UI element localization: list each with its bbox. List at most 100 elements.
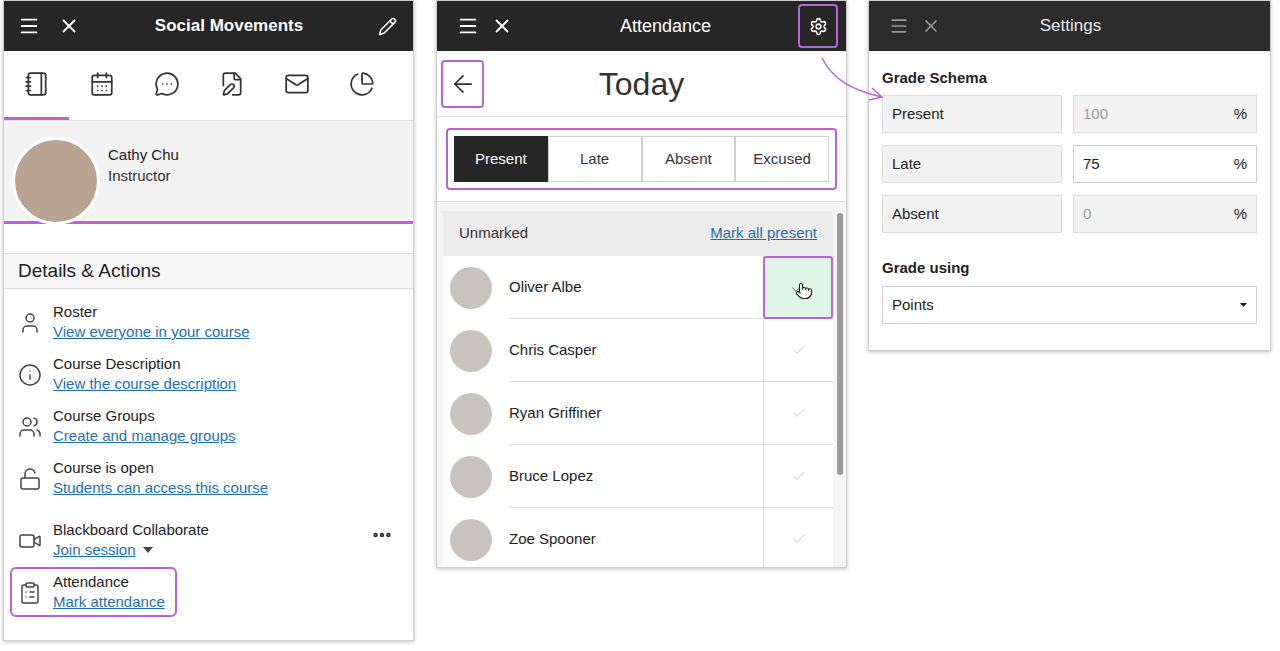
check-icon (791, 342, 807, 358)
header-bar: Attendance (437, 1, 846, 51)
schema-value: 75 (1083, 153, 1234, 176)
settings-panel: SettingsGrade SchemaPresent100%Late75%Ab… (868, 0, 1271, 351)
student-list: UnmarkedMark all present Oliver AlbeChris… (443, 211, 833, 567)
groups-icon (18, 415, 42, 439)
action-label: Roster (53, 302, 393, 322)
attendance-panel: Attendance Today PresentLateAbsentExcused U… (436, 0, 847, 568)
grade-using-value: Points (892, 294, 1240, 317)
header-bar: Settings (869, 1, 1270, 51)
schema-row: Absent0% (882, 195, 1257, 233)
lock-open-icon (18, 467, 42, 491)
status-option[interactable]: Late (548, 136, 642, 182)
check-icon (791, 405, 807, 421)
course-tab[interactable] (4, 51, 69, 120)
messages-icon (284, 71, 310, 97)
course-tab[interactable] (264, 51, 329, 120)
caret-down-icon[interactable] (143, 547, 153, 553)
schema-unit: % (1234, 153, 1247, 176)
action-item[interactable]: RosterView everyone in your course (10, 297, 405, 347)
schema-row: Present100% (882, 95, 1257, 133)
course-tab[interactable] (329, 51, 394, 120)
mark-present-button[interactable] (763, 319, 833, 382)
schema-value: 0 (1083, 203, 1234, 226)
scrollbar[interactable] (833, 211, 846, 567)
status-option[interactable]: Present (454, 136, 548, 182)
action-item[interactable]: Course is openStudents can access this c… (10, 453, 405, 503)
page: Social Movements Cathy ChuInstructor Detai… (0, 0, 1280, 651)
date-bar: Today (437, 51, 846, 116)
header-bar: Social Movements (4, 1, 413, 51)
action-item[interactable]: Course DescriptionView the course descri… (10, 349, 405, 399)
close-icon[interactable] (58, 15, 80, 37)
unmarked-label: Unmarked (459, 222, 710, 245)
back-button[interactable] (441, 60, 484, 108)
action-item[interactable]: AttendanceMark attendance (10, 567, 177, 617)
action-link[interactable]: Join session (53, 540, 136, 560)
status-selector: PresentLateAbsentExcused (446, 128, 837, 190)
course-tab[interactable] (69, 51, 134, 120)
student-avatar (450, 456, 492, 498)
action-link[interactable]: Mark attendance (53, 592, 165, 612)
course-panel: Social Movements Cathy ChuInstructor Detai… (3, 0, 414, 641)
menu-icon[interactable] (18, 15, 40, 37)
student-row: Chris Casper (443, 319, 833, 382)
schema-unit: % (1234, 203, 1247, 226)
student-avatar (450, 330, 492, 372)
mark-present-button[interactable] (763, 508, 833, 568)
panel-title: Attendance (513, 13, 798, 40)
schema-row-label: Late (882, 145, 1062, 183)
discussion-icon (154, 71, 180, 97)
student-avatar (450, 267, 492, 309)
check-icon (791, 468, 807, 484)
schema-label: Grade Schema (882, 68, 1257, 88)
schema-value-field: 0% (1073, 195, 1257, 233)
student-name: Oliver Albe (509, 256, 763, 319)
schema-value-field: 100% (1073, 95, 1257, 133)
status-option[interactable]: Excused (735, 136, 829, 182)
action-link[interactable]: View everyone in your course (53, 322, 250, 342)
mark-present-button[interactable] (763, 445, 833, 508)
grade-using-select[interactable]: Points (882, 286, 1257, 324)
menu-icon[interactable] (889, 16, 909, 36)
action-link[interactable]: Students can access this course (53, 478, 268, 498)
close-icon[interactable] (921, 16, 941, 36)
student-row: Ryan Griffiner (443, 382, 833, 445)
panel-title: Settings (941, 13, 1250, 39)
status-option[interactable]: Absent (642, 136, 736, 182)
action-list: RosterView everyone in your courseCourse… (4, 289, 413, 617)
section-title: Details & Actions (4, 253, 413, 289)
schema-value-field[interactable]: 75% (1073, 145, 1257, 183)
action-link[interactable]: Create and manage groups (53, 426, 236, 446)
mark-all-link[interactable]: Mark all present (710, 222, 817, 245)
info-icon (18, 363, 42, 387)
close-icon[interactable] (491, 15, 513, 37)
mark-present-button[interactable] (763, 256, 833, 319)
action-item[interactable]: Blackboard CollaborateJoin session (10, 515, 405, 565)
settings-button[interactable] (798, 4, 838, 48)
menu-icon[interactable] (457, 15, 479, 37)
roster-icon (18, 311, 42, 335)
schema-value: 100 (1083, 103, 1234, 126)
pencil-icon[interactable] (378, 17, 397, 36)
caret-down-icon (1240, 303, 1247, 307)
course-tab[interactable] (199, 51, 264, 120)
scrollbar-thumb[interactable] (837, 213, 843, 475)
annotation-arrow-icon (0, 0, 1280, 651)
student-avatar (450, 393, 492, 435)
check-icon (791, 531, 807, 547)
action-item[interactable]: Course GroupsCreate and manage groups (10, 401, 405, 451)
more-icon[interactable] (371, 524, 393, 546)
instructor-card: Cathy ChuInstructor (4, 121, 413, 224)
back-arrow-icon (449, 70, 477, 98)
action-label: Course Description (53, 354, 393, 374)
grades-icon (219, 71, 245, 97)
date-label: Today (484, 60, 799, 108)
action-link[interactable]: View the course description (53, 374, 236, 394)
action-label: Blackboard Collaborate (53, 520, 300, 540)
clipboard-icon (18, 581, 42, 605)
instructor-avatar (12, 137, 100, 225)
hand-cursor-icon (795, 282, 813, 300)
mark-present-button[interactable] (763, 382, 833, 445)
course-tab[interactable] (134, 51, 199, 120)
content-icon (24, 71, 50, 97)
